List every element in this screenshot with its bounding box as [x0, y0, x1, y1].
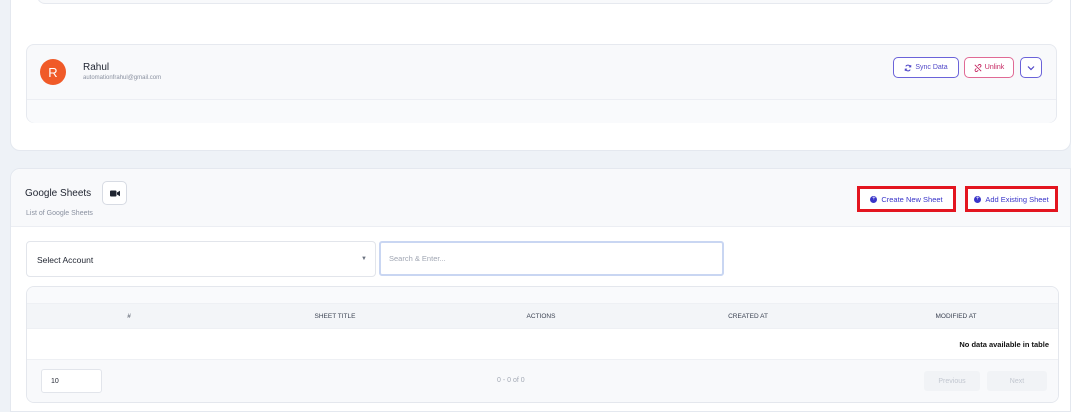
account-name: Rahul	[83, 62, 110, 73]
add-existing-sheet-button[interactable]: + Add Existing Sheet	[965, 186, 1058, 212]
unlink-label: Unlink	[984, 64, 1005, 71]
plus-circle-icon: +	[974, 195, 982, 203]
table-header: # SHEET TITLE ACTIONS CREATED AT MODIFIE…	[27, 303, 1058, 329]
avatar: R	[40, 59, 66, 85]
next-page-button[interactable]: Next	[987, 371, 1047, 391]
select-account-label: Select Account	[37, 255, 94, 265]
page-size-select[interactable]: 10	[41, 369, 102, 393]
column-header-index[interactable]: #	[127, 313, 131, 320]
sync-data-button[interactable]: Sync Data	[893, 57, 959, 78]
table-footer: 10 0 - 0 of 0 Previous Next	[27, 359, 1058, 402]
add-existing-sheet-label: Add Existing Sheet	[985, 194, 1049, 204]
video-icon	[109, 190, 120, 196]
pagination-range: 0 - 0 of 0	[497, 377, 525, 384]
column-header-sheet-title[interactable]: SHEET TITLE	[315, 313, 356, 320]
column-header-modified-at[interactable]: MODIFIED AT	[935, 313, 976, 320]
caret-down-icon: ▼	[361, 256, 367, 262]
empty-table-message: No data available in table	[959, 340, 1049, 349]
expand-account-button[interactable]	[1020, 57, 1042, 78]
sync-data-label: Sync Data	[915, 64, 948, 71]
select-account-dropdown[interactable]: Select Account ▼	[26, 241, 376, 277]
search-input[interactable]	[379, 241, 724, 276]
chevron-down-icon	[1027, 65, 1035, 70]
google-sheets-card: Google Sheets List of Google Sheets + Cr…	[10, 168, 1071, 412]
video-tutorial-button[interactable]	[102, 181, 127, 205]
page-title: Google Sheets	[25, 188, 92, 199]
account-details-area	[27, 100, 1056, 123]
table-row: No data available in table	[27, 329, 1058, 359]
column-header-actions: ACTIONS	[526, 313, 556, 320]
create-new-sheet-button[interactable]: + Create New Sheet	[857, 186, 956, 212]
previous-page-button[interactable]: Previous	[924, 371, 980, 391]
account-email: automationfrahul@gmail.com	[83, 75, 162, 81]
sheets-table: # SHEET TITLE ACTIONS CREATED AT MODIFIE…	[26, 286, 1059, 403]
plus-circle-icon: +	[870, 195, 878, 203]
column-header-created-at[interactable]: CREATED AT	[728, 313, 768, 320]
unlink-button[interactable]: Unlink	[964, 57, 1014, 78]
table-top-strip	[27, 287, 1058, 303]
sheets-header: Google Sheets List of Google Sheets + Cr…	[11, 169, 1070, 227]
create-new-sheet-label: Create New Sheet	[881, 194, 943, 204]
unlink-icon	[974, 63, 982, 72]
page-subtitle: List of Google Sheets	[26, 210, 93, 217]
account-card: R Rahul automationfrahul@gmail.com Sync …	[26, 44, 1057, 123]
sync-icon	[905, 64, 912, 71]
previous-section-strip	[37, 0, 1054, 4]
